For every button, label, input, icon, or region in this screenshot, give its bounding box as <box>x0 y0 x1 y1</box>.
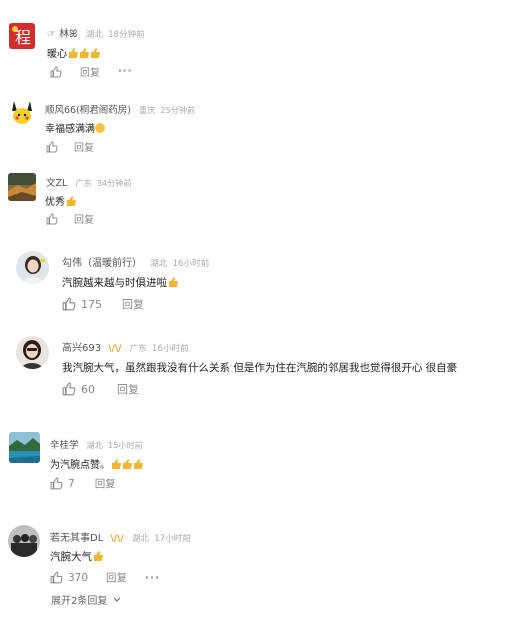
like-button[interactable] <box>50 66 62 78</box>
comment-actions: 175 回复 <box>62 296 144 312</box>
thumbs-up-emoji-icon <box>111 459 121 469</box>
like-count: 175 <box>81 297 102 311</box>
thumbs-up-emoji-icon <box>90 48 100 58</box>
reply-button[interactable]: 回复 <box>95 476 116 491</box>
avatar[interactable] <box>8 99 36 127</box>
comment-time: 25分钟前 <box>160 105 196 115</box>
reply-button[interactable]: 回复 <box>74 139 94 154</box>
comment-actions: 370 回复 ··· <box>50 570 160 585</box>
like-count: 370 <box>68 571 89 584</box>
lake-landscape-avatar-icon <box>9 432 40 463</box>
thumbs-up-outline-icon <box>50 477 63 490</box>
like-count: 60 <box>81 382 95 396</box>
thumbs-up-outline-icon <box>62 382 76 396</box>
svg-text:程: 程 <box>15 28 31 47</box>
comment-time: 15小时前 <box>107 440 143 450</box>
comment-location: 重庆 <box>139 105 156 115</box>
thumbs-up-emoji-icon <box>133 459 143 469</box>
comment-author[interactable]: 高兴693 \/\/ 广东 16小时前 <box>62 339 189 354</box>
thumbs-up-outline-icon <box>46 141 58 152</box>
thumbs-up-outline-icon <box>46 213 58 224</box>
thumbs-up-emoji-icon <box>79 48 89 58</box>
comment-author[interactable]: 辛桂学 湖北 15小时前 <box>50 437 143 451</box>
like-button[interactable]: 60 <box>62 382 95 396</box>
comment-location: 广东 <box>75 178 92 188</box>
vip-badge-icon: \/\/ <box>110 534 124 544</box>
thumbs-up-emoji-icon <box>66 196 76 206</box>
comment-location: 湖北 <box>150 259 168 269</box>
reply-button[interactable]: 回复 <box>117 381 139 397</box>
comment-text: 我汽腕大气，虽然跟我没有什么关系 但是作为住在汽腕的邻居我也觉得很开心 很自豪 <box>62 362 458 374</box>
comment-time: 17小时前 <box>154 534 191 544</box>
comment-actions: 60 回复 <box>62 381 139 397</box>
chevron-down-icon <box>113 597 120 602</box>
comment-location: 湖北 <box>86 440 103 450</box>
comment-text: 汽腕大气 <box>50 549 103 564</box>
avatar[interactable] <box>16 251 49 284</box>
thumbs-up-outline-icon <box>62 297 76 311</box>
like-button[interactable]: 175 <box>62 297 102 311</box>
more-options-button[interactable]: ··· <box>118 66 132 77</box>
like-count: 7 <box>68 477 75 490</box>
comment-time: 18分钟前 <box>108 30 145 40</box>
reply-button[interactable]: 回复 <box>122 296 144 312</box>
comment-text: 汽腕越来越与时俱进啦 <box>62 275 178 290</box>
comment-author[interactable]: ☞ 林ꕤ 湖北 18分钟前 <box>47 25 145 40</box>
comment-time: 16小时前 <box>152 344 189 354</box>
avatar[interactable] <box>9 432 40 463</box>
comment-actions: 7 回复 <box>50 476 116 491</box>
landscape-avatar-icon <box>8 173 36 201</box>
thumbs-up-emoji-icon <box>168 277 178 287</box>
comment-location: 广东 <box>129 344 147 354</box>
comment-author[interactable]: 勾伟（温暖前行） 湖北 16小时前 <box>62 254 209 269</box>
bw-group-avatar-icon <box>8 525 40 557</box>
comment-text: 幸福感满满 <box>45 120 105 135</box>
comment-actions: 回复 <box>46 139 94 154</box>
comment-text: 暖心 <box>47 45 100 60</box>
comment-author[interactable]: 文ZL 广东 34分钟前 <box>46 175 132 189</box>
thumbs-up-outline-icon <box>50 66 62 77</box>
pikachu-avatar-icon <box>12 101 32 124</box>
comment-time: 16小时前 <box>172 259 210 269</box>
comment-actions: 回复 <box>46 211 94 226</box>
thumbs-up-emoji-icon <box>93 551 103 561</box>
reply-button[interactable]: 回复 <box>106 570 127 585</box>
reply-button[interactable]: 回复 <box>74 211 94 226</box>
like-button[interactable]: 7 <box>50 477 75 490</box>
like-button[interactable]: 370 <box>50 571 88 584</box>
comment-author[interactable]: 若无其事DL \/\/ 湖北 17小时前 <box>50 529 191 544</box>
girl-avatar-icon <box>16 251 49 284</box>
like-button[interactable] <box>46 213 58 225</box>
comment-time: 34分钟前 <box>96 178 132 188</box>
avatar[interactable] <box>8 525 40 557</box>
comment-text: 优秀 <box>45 193 76 208</box>
cheng-character-avatar-icon: 程 <box>12 26 31 47</box>
woman-avatar-icon <box>16 336 49 369</box>
expand-replies-button[interactable]: 展开2条回复 <box>51 592 121 607</box>
comment-text: 为汽腕点赞。 <box>50 456 143 471</box>
like-button[interactable] <box>46 141 58 153</box>
avatar[interactable] <box>16 336 49 369</box>
thumbs-up-outline-icon <box>50 571 63 584</box>
comment-location: 湖北 <box>131 534 150 544</box>
thumbs-up-emoji-icon <box>122 459 132 469</box>
avatar[interactable] <box>8 173 36 201</box>
comment-location: 湖北 <box>85 30 103 40</box>
more-options-button[interactable]: ··· <box>145 572 160 584</box>
thumbs-up-emoji-icon <box>68 48 78 58</box>
vip-badge-icon: \/\/ <box>108 344 122 354</box>
avatar[interactable]: 程 <box>9 23 35 49</box>
smile-emoji-icon <box>95 123 105 133</box>
comment-actions: 回复 ··· <box>50 64 132 79</box>
comment-author[interactable]: 顺风66(桐君阁药房) 重庆 25分钟前 <box>45 102 195 116</box>
reply-button[interactable]: 回复 <box>80 64 100 79</box>
